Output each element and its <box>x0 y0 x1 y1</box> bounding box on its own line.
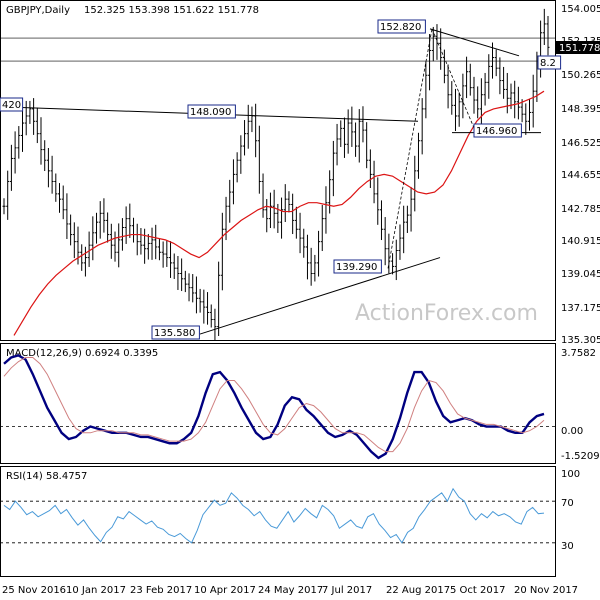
price-y-tick: 135.305 <box>561 335 600 346</box>
key-level-label: 135.580 <box>154 328 195 339</box>
last-price-tag: 151.778 <box>559 43 600 54</box>
rsi-panel-title: RSI(14) 58.4757 <box>6 471 87 482</box>
key-level-label: 146.960 <box>476 126 517 137</box>
key-level-label: 139.290 <box>336 262 377 273</box>
rsi-y-tick: 100 <box>561 469 580 480</box>
price-y-tick: 144.655 <box>561 170 600 181</box>
key-level-label: 420 <box>2 100 21 111</box>
price-panel-title: GBPJPY,Daily <box>6 5 70 16</box>
price-y-tick: 148.395 <box>561 104 600 115</box>
x-tick: 25 Nov 2016 <box>2 585 66 596</box>
macd-y-tick: -1.5209 <box>561 451 600 462</box>
x-tick: 23 Feb 2017 <box>130 585 192 596</box>
price-panel <box>0 0 556 341</box>
rsi-y-tick: 30 <box>561 541 574 552</box>
watermark: ActionForex.com <box>355 301 538 326</box>
key-level-label: 8.2 <box>540 58 556 69</box>
macd-y-tick: 3.7582 <box>561 348 596 359</box>
price-y-tick: 140.915 <box>561 236 600 247</box>
price-y-tick: 142.785 <box>561 204 600 215</box>
key-level-label: 152.820 <box>380 22 421 33</box>
key-level-label: 148.090 <box>190 107 231 118</box>
x-tick: 20 Nov 2017 <box>514 585 578 596</box>
price-y-axis: 154.005 152.135 150.265 148.395 146.525 … <box>561 4 600 346</box>
x-tick: 10 Jan 2017 <box>66 585 126 596</box>
macd-y-tick: 0.00 <box>561 426 583 437</box>
x-axis: 25 Nov 2016 10 Jan 2017 23 Feb 2017 10 A… <box>2 585 578 596</box>
rsi-panel <box>0 466 556 577</box>
x-tick: 22 Aug 2017 <box>386 585 450 596</box>
macd-panel <box>0 343 556 464</box>
price-y-tick: 146.525 <box>561 138 600 149</box>
price-y-tick: 137.175 <box>561 303 600 314</box>
price-y-tick: 139.045 <box>561 269 600 280</box>
price-y-tick: 150.265 <box>561 70 600 81</box>
gbpjpy-chart: ActionForex.com GBPJPY,Daily 152.325 153… <box>0 0 600 596</box>
x-tick: 7 Jul 2017 <box>322 585 372 596</box>
rsi-y-tick: 70 <box>561 498 574 509</box>
price-y-tick: 154.005 <box>561 4 600 15</box>
x-tick: 10 Apr 2017 <box>194 585 256 596</box>
x-tick: 5 Oct 2017 <box>450 585 505 596</box>
price-ohlc: 152.325 153.398 151.622 151.778 <box>84 5 259 16</box>
x-tick: 24 May 2017 <box>258 585 323 596</box>
